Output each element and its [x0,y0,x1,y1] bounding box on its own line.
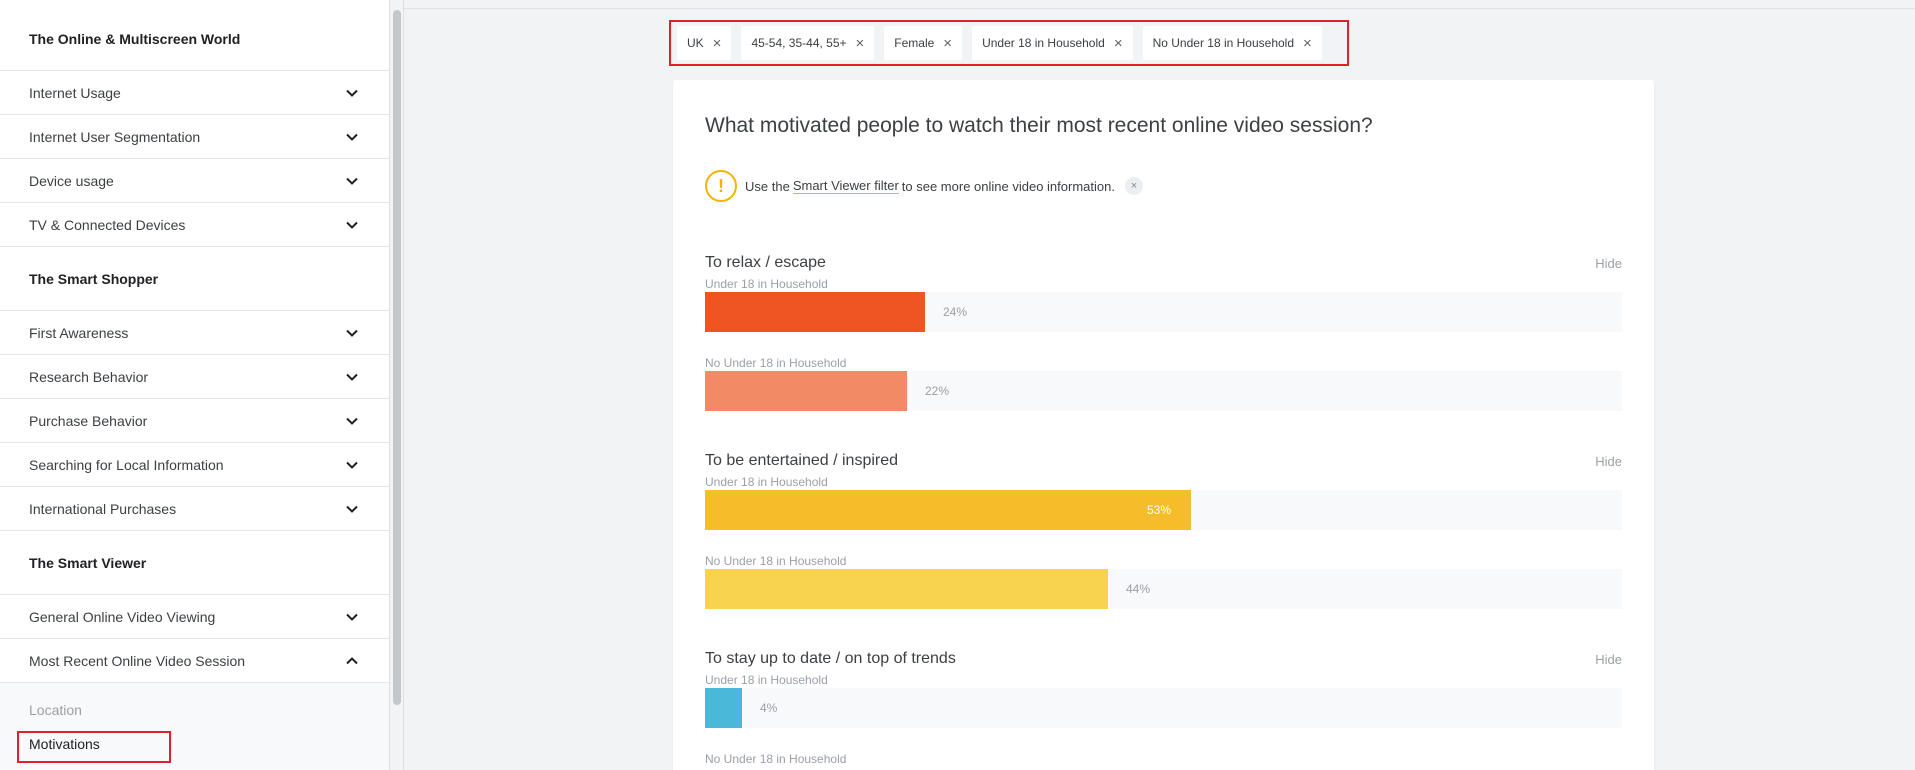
bar-track: 53% [705,490,1622,530]
notice-suffix: to see more online video information. [901,178,1115,194]
sidebar-item-tv-connected-devices[interactable]: TV & Connected Devices [0,203,389,247]
sidebar-item-searching-local-info[interactable]: Searching for Local Information [0,443,389,487]
sidebar-item-purchase-behavior[interactable]: Purchase Behavior [0,399,389,443]
sidebar-item-internet-usage[interactable]: Internet Usage [0,71,389,115]
scrollbar-thumb[interactable] [393,10,401,705]
smart-viewer-notice: ! Use the Smart Viewer filter to see mor… [705,170,1143,202]
sidebar-item-label: Internet Usage [29,84,121,101]
bar-value-label: 24% [943,305,968,319]
bar-value-label: 44% [1126,582,1151,596]
sidebar-item-internet-user-segmentation[interactable]: Internet User Segmentation [0,115,389,159]
sidebar-item-label: Research Behavior [29,368,149,385]
bar [705,371,907,411]
close-icon[interactable]: × [1114,36,1123,51]
bar [705,292,925,332]
chevron-down-icon [346,417,358,425]
hide-button[interactable]: Hide [1595,256,1622,271]
chevron-up-icon [346,656,358,664]
chevron-down-icon [346,373,358,381]
bar-value-label: 53% [1147,503,1172,517]
section-title: The Smart Shopper [0,247,389,311]
bar-value-label: 4% [760,701,778,715]
row-label: No Under 18 in Household [705,356,847,370]
sidebar-scrollbar[interactable] [390,0,404,770]
sidebar: The Online & Multiscreen World Internet … [0,0,390,770]
chevron-down-icon [346,505,358,513]
sidebar-item-label: Internet User Segmentation [29,128,201,145]
group-title: To relax / escape [705,254,826,271]
filter-chip-label: No Under 18 in Household [1152,36,1294,50]
row-label: Under 18 in Household [705,475,828,489]
sidebar-item-label: First Awareness [29,324,129,341]
sidebar-item-label: Purchase Behavior [29,412,148,429]
card-title: What motivated people to watch their mos… [705,114,1373,137]
sidebar-item-label: Most Recent Online Video Session [29,652,246,669]
highlight-box [17,731,171,763]
warning-icon: ! [705,170,737,202]
dismiss-notice-button[interactable]: × [1124,177,1143,195]
bar-track: 22% [705,371,1622,411]
close-icon[interactable]: × [856,36,865,51]
chevron-down-icon [346,613,358,621]
filter-chip[interactable]: 45-54, 35-44, 55+ × [741,26,875,60]
section-title: The Online & Multiscreen World [0,0,389,71]
sidebar-item-label: TV & Connected Devices [29,216,186,233]
chevron-down-icon [346,177,358,185]
bar-track: 4% [705,688,1622,728]
filter-chip-label: Under 18 in Household [982,36,1105,50]
sidebar-item-label: Searching for Local Information [29,456,224,473]
hide-button[interactable]: Hide [1595,454,1622,469]
bar [705,569,1108,609]
group-title: To stay up to date / on top of trends [705,650,956,667]
filter-chip[interactable]: No Under 18 in Household × [1142,26,1322,60]
chevron-down-icon [346,133,358,141]
sidebar-item-research-behavior[interactable]: Research Behavior [0,355,389,399]
divider [404,8,1915,9]
sidebar-item-label: Device usage [29,172,114,189]
chart-card: What motivated people to watch their mos… [673,80,1654,770]
filter-chip[interactable]: UK × [677,26,732,60]
sidebar-item-general-online-video[interactable]: General Online Video Viewing [0,595,389,639]
chevron-down-icon [346,221,358,229]
group-title: To be entertained / inspired [705,452,899,469]
chevron-down-icon [346,89,358,97]
filter-chip-label: Female [894,36,935,50]
notice-prefix: Use the [745,178,790,194]
sidebar-item-most-recent-video-session[interactable]: Most Recent Online Video Session [0,639,389,683]
smart-viewer-filter-link[interactable]: Smart Viewer filter [792,178,899,194]
bar-track: 44% [705,569,1622,609]
close-icon[interactable]: × [943,36,952,51]
row-label: Under 18 in Household [705,277,828,291]
bar-track: 24% [705,292,1622,332]
filter-chip-label: UK [687,36,704,50]
sidebar-item-label: International Purchases [29,500,177,517]
filter-chips: UK × 45-54, 35-44, 55+ × Female × Under 18 … [669,20,1349,66]
sidebar-subitem-location[interactable]: Location [0,693,389,727]
section-title: The Smart Viewer [0,531,389,595]
bar [705,688,742,728]
filter-chip[interactable]: Female × [884,26,963,60]
bar [705,490,1191,530]
chevron-down-icon [346,329,358,337]
sidebar-item-international-purchases[interactable]: International Purchases [0,487,389,531]
close-icon[interactable]: × [713,36,722,51]
sidebar-item-first-awareness[interactable]: First Awareness [0,311,389,355]
chevron-down-icon [346,461,358,469]
sidebar-item-device-usage[interactable]: Device usage [0,159,389,203]
close-icon[interactable]: × [1303,36,1312,51]
bar-value-label: 22% [925,384,950,398]
row-label: No Under 18 in Household [705,554,847,568]
main-content: UK × 45-54, 35-44, 55+ × Female × Under 18 … [404,0,1915,770]
filter-chip-label: 45-54, 35-44, 55+ [751,36,847,50]
hide-button[interactable]: Hide [1595,652,1622,667]
row-label: Under 18 in Household [705,673,828,687]
sidebar-item-label: General Online Video Viewing [29,608,216,625]
row-label: No Under 18 in Household [705,752,847,766]
filter-chip[interactable]: Under 18 in Household × [972,26,1133,60]
